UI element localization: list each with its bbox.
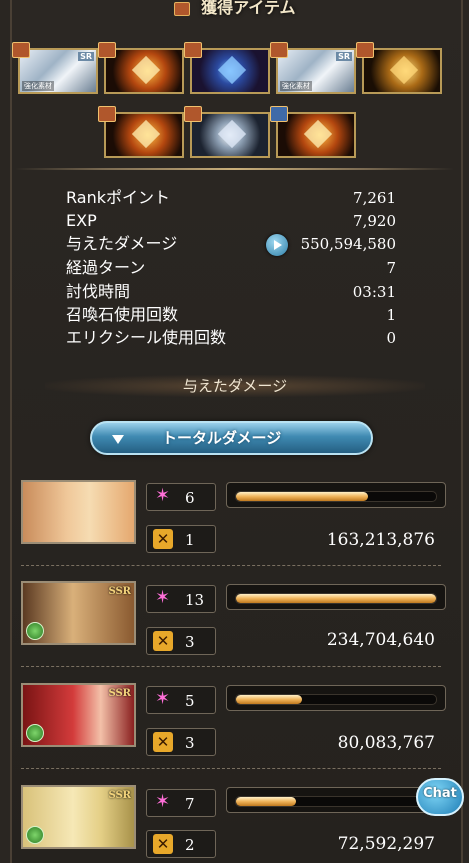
statue-icon [389,55,419,85]
item-tag: 強化素材 [280,81,312,91]
item-card[interactable] [98,42,184,94]
treasure-chest-icon [12,42,30,58]
rarity-badge: SR [78,52,94,61]
wind-element-icon [26,622,44,640]
damage-section-title: 与えたダメージ [45,375,425,397]
item-card[interactable] [184,106,270,158]
special-attack-icon: ✕ [153,631,173,651]
item-card[interactable] [98,106,184,158]
item-card[interactable]: SR 強化素材 [12,42,98,94]
hits-count: ✶ 5 [146,686,216,714]
character-portrait[interactable] [21,480,136,544]
treasure-chest-icon [184,106,202,122]
character-portrait[interactable]: SSR [21,683,136,747]
chat-button[interactable]: Chat [416,778,464,816]
orb-icon [131,55,161,85]
ssr-badge: SSR [108,688,131,699]
stat-damage: 与えたダメージ 550,594,580 [66,233,396,256]
hits-count: ✶ 13 [146,585,216,613]
wind-element-icon [26,724,44,742]
character-damage: 72,592,297 [337,834,435,854]
treasure-chest-icon [356,42,374,58]
star-icon [303,119,333,149]
damage-share-fill [236,492,368,501]
damage-share-bar [226,482,446,508]
divider [15,168,454,170]
stat-turns: 経過ターン 7 [66,258,396,277]
ssr-badge: SSR [108,790,131,801]
stat-elixir-uses: エリクシール使用回数 0 [66,328,396,347]
crystal-icon [217,55,247,85]
stat-exp: EXP 7,920 [66,211,396,230]
ssr-badge: SSR [108,586,131,597]
character-damage: 163,213,876 [326,530,435,550]
chevron-down-icon [112,435,124,444]
total-damage-dropdown[interactable]: トータルダメージ [90,421,373,455]
sparkle-icon: ✶ [155,791,171,812]
wind-element-icon [26,826,44,844]
acquired-items-title: 獲得アイテム [0,0,469,18]
treasure-chest-icon [173,1,190,16]
separator [21,768,441,769]
damage-share-fill [236,797,296,806]
damage-share-bar [226,584,446,610]
specials-count: ✕ 1 [146,525,216,553]
damage-share-fill [236,695,302,704]
specials-count: ✕ 3 [146,728,216,756]
item-tag: 強化素材 [22,81,54,91]
character-damage: 234,704,640 [326,630,435,650]
treasure-chest-icon [184,42,202,58]
play-icon[interactable] [266,234,288,256]
special-attack-icon: ✕ [153,732,173,752]
damage-share-fill [236,594,436,603]
character-portrait[interactable]: SSR [21,785,136,849]
treasure-chest-icon [270,42,288,58]
stat-time: 討伐時間 03:31 [66,282,396,301]
damage-share-bar [226,787,446,813]
special-attack-icon: ✕ [153,834,173,854]
item-card[interactable]: SR 強化素材 [270,42,356,94]
sparkle-icon: ✶ [155,688,171,709]
separator [21,666,441,667]
item-card[interactable] [356,42,442,94]
orb-icon [217,119,247,149]
rarity-badge: SR [336,52,352,61]
stat-summon-uses: 召喚石使用回数 1 [66,305,396,324]
treasure-chest-icon [98,42,116,58]
treasure-chest-icon [270,106,288,122]
separator [21,565,441,566]
stat-rank-points: Rankポイント 7,261 [66,188,396,207]
star-icon [131,119,161,149]
item-card[interactable] [184,42,270,94]
sparkle-icon: ✶ [155,485,171,506]
item-card[interactable] [270,106,356,158]
hits-count: ✶ 6 [146,483,216,511]
treasure-chest-icon [98,106,116,122]
special-attack-icon: ✕ [153,529,173,549]
damage-share-bar [226,685,446,711]
character-damage: 80,083,767 [337,733,435,753]
specials-count: ✕ 2 [146,830,216,858]
specials-count: ✕ 3 [146,627,216,655]
hits-count: ✶ 7 [146,789,216,817]
sparkle-icon: ✶ [155,587,171,608]
character-portrait[interactable]: SSR [21,581,136,645]
